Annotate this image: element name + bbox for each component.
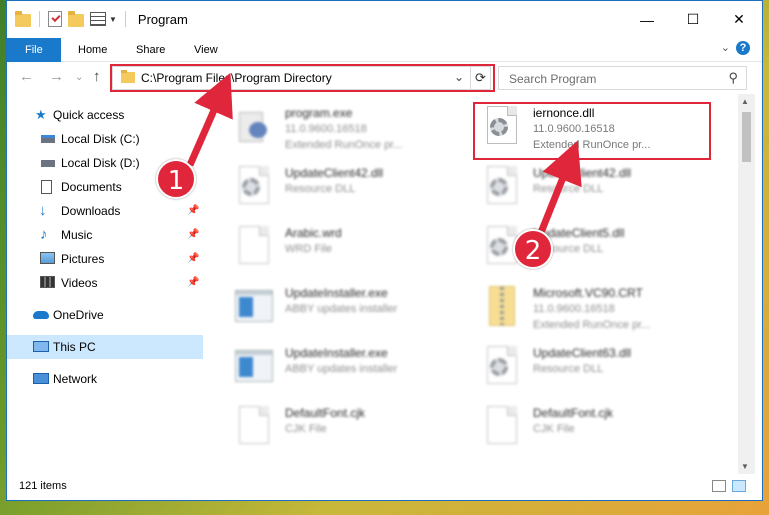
annotation-arrows	[186, 72, 582, 237]
callout-1: 1	[156, 159, 196, 199]
callout-2: 2	[513, 229, 553, 269]
arrow-to-address	[186, 72, 233, 167]
arrow-to-file	[536, 140, 582, 237]
